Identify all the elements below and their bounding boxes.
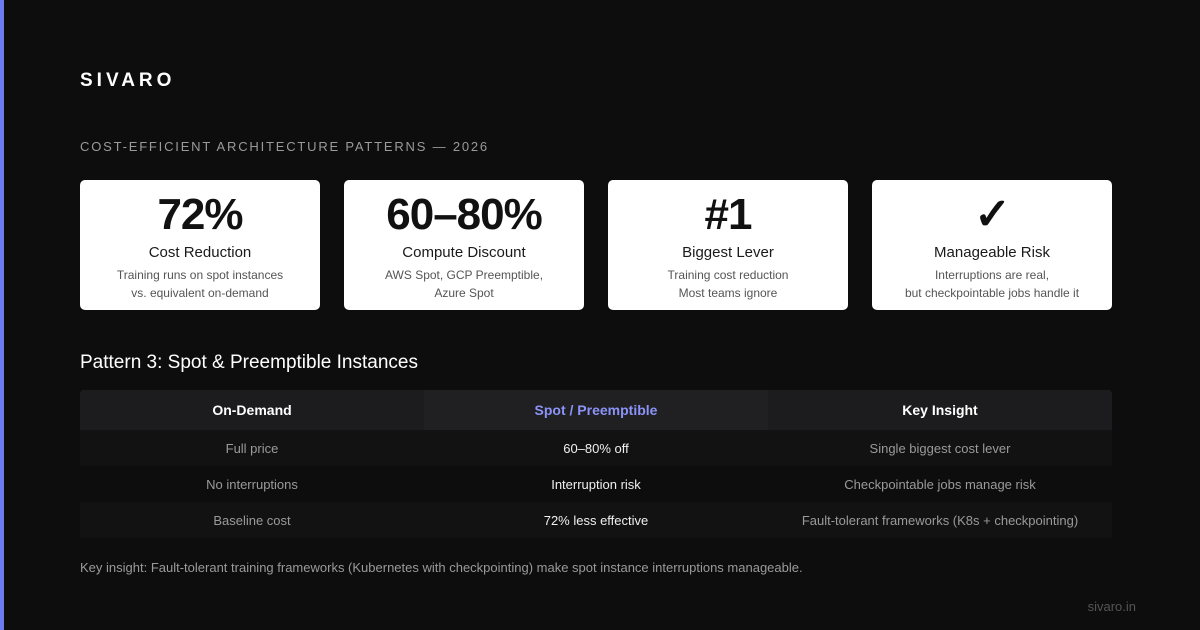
stat-description-line: but checkpointable jobs handle it bbox=[904, 286, 1080, 300]
stat-card-biggest-lever: #1 Biggest Lever Training cost reduction… bbox=[608, 180, 848, 310]
stat-card-manageable-risk: ✓ Manageable Risk Interruptions are real… bbox=[872, 180, 1112, 310]
stat-card-compute-discount: 60–80% Compute Discount AWS Spot, GCP Pr… bbox=[344, 180, 584, 310]
stat-value: #1 bbox=[704, 190, 753, 239]
column-header-key-insight: Key Insight bbox=[768, 390, 1112, 430]
stat-description-line: Most teams ignore bbox=[678, 286, 778, 300]
table-row: Full price 60–80% off Single biggest cos… bbox=[80, 430, 1112, 466]
stat-description-line: AWS Spot, GCP Preemptible, bbox=[384, 268, 544, 282]
table-cell: Interruption risk bbox=[424, 466, 768, 502]
table-cell: Single biggest cost lever bbox=[768, 430, 1112, 466]
table-cell: No interruptions bbox=[80, 466, 424, 502]
brand-logo: SIVARO bbox=[80, 70, 176, 91]
stat-label: Biggest Lever bbox=[682, 244, 774, 261]
stat-label: Cost Reduction bbox=[148, 244, 252, 261]
section-title: Pattern 3: Spot & Preemptible Instances bbox=[80, 352, 418, 373]
column-header-on-demand: On-Demand bbox=[80, 390, 424, 430]
stat-value: 72% bbox=[157, 190, 243, 239]
stat-card-cost-reduction: 72% Cost Reduction Training runs on spot… bbox=[80, 180, 320, 310]
page-subtitle: COST-EFFICIENT ARCHITECTURE PATTERNS — 2… bbox=[80, 139, 489, 154]
stat-description-line: vs. equivalent on-demand bbox=[131, 286, 269, 300]
checkmark-icon: ✓ bbox=[974, 190, 1011, 239]
column-header-spot: Spot / Preemptible bbox=[424, 390, 768, 430]
stat-label: Manageable Risk bbox=[934, 244, 1050, 261]
stat-description-line: Training cost reduction bbox=[667, 268, 789, 282]
table-header-row: On-Demand Spot / Preemptible Key Insight bbox=[80, 390, 1112, 430]
stat-description: AWS Spot, GCP Preemptible, Azure Spot bbox=[344, 266, 584, 302]
table-cell: Fault-tolerant frameworks (K8s + checkpo… bbox=[768, 502, 1112, 538]
stat-description: Training runs on spot instances vs. equi… bbox=[80, 266, 320, 302]
accent-bar bbox=[0, 0, 4, 630]
stat-description-line: Interruptions are real, bbox=[934, 268, 1050, 282]
site-url: sivaro.in bbox=[1087, 599, 1136, 614]
table-cell: Full price bbox=[80, 430, 424, 466]
stat-description-line: Azure Spot bbox=[434, 286, 494, 300]
table-cell: Baseline cost bbox=[80, 502, 424, 538]
comparison-table: On-Demand Spot / Preemptible Key Insight… bbox=[80, 390, 1112, 538]
table-cell: 60–80% off bbox=[424, 430, 768, 466]
stat-label: Compute Discount bbox=[402, 244, 526, 261]
table-row: Baseline cost 72% less effective Fault-t… bbox=[80, 502, 1112, 538]
stat-description-line: Training runs on spot instances bbox=[116, 268, 284, 282]
footnote: Key insight: Fault-tolerant training fra… bbox=[80, 560, 803, 575]
stat-value: 60–80% bbox=[386, 190, 542, 239]
stat-description: Training cost reduction Most teams ignor… bbox=[608, 266, 848, 302]
stat-cards: 72% Cost Reduction Training runs on spot… bbox=[80, 180, 1112, 310]
table-cell: Checkpointable jobs manage risk bbox=[768, 466, 1112, 502]
table-cell: 72% less effective bbox=[424, 502, 768, 538]
stat-description: Interruptions are real, but checkpointab… bbox=[872, 266, 1112, 302]
table-row: No interruptions Interruption risk Check… bbox=[80, 466, 1112, 502]
